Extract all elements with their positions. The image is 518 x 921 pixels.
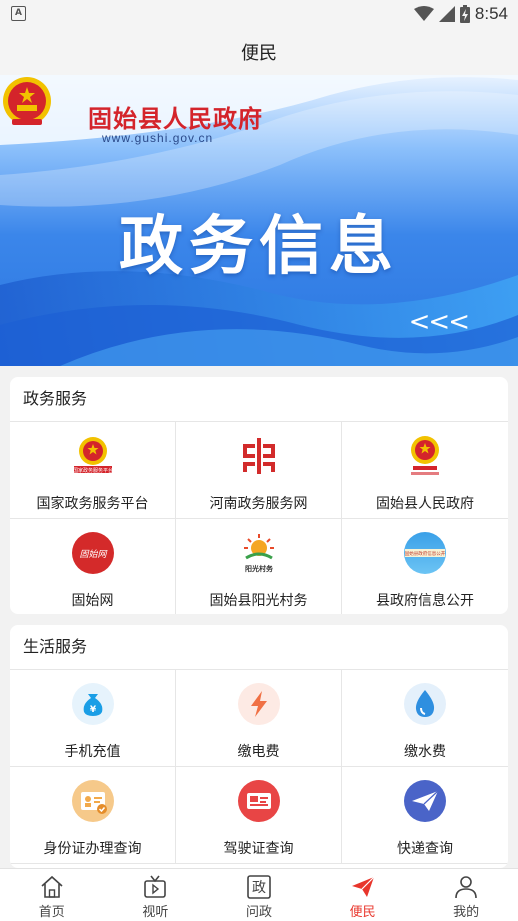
national-emblem-icon (402, 433, 448, 479)
home-icon (39, 874, 65, 900)
logo-caption: 固始县政府信息公开 (405, 550, 446, 557)
gov-service-gushi-net[interactable]: 固始网 固始网 (10, 519, 176, 614)
gov-info-logo-icon: 固始县政府信息公开 (402, 530, 448, 576)
gov-service-label: 固始网 (71, 593, 114, 609)
gov-service-national-platform[interactable]: 国家政务服务平台 国家政务服务平台 (10, 422, 176, 519)
national-emblem-icon: 国家政务服务平台 (70, 433, 116, 479)
banner-headline: 政务信息 (119, 209, 399, 284)
status-indicators: 8:54 (413, 4, 508, 24)
national-emblem-icon (3, 77, 51, 125)
life-service-label: 手机充值 (64, 744, 121, 760)
banner[interactable]: 固始县人民政府 www.gushi.gov.cn 政务信息 <<< (0, 75, 518, 366)
tab-gov-question[interactable]: 政 问政 (207, 869, 311, 921)
gov-service-label: 县政府信息公开 (376, 593, 474, 609)
gov-service-henan[interactable]: 河南政务服务网 (176, 422, 342, 519)
gov-services-card: 政务服务 国家政务服务平台 国家政务服务平台 河南政务服务网 固始县人民政府 固… (10, 377, 508, 614)
tab-label: 首页 (38, 905, 65, 920)
lightning-icon (236, 681, 282, 727)
gov-services-title: 政务服务 (10, 377, 508, 422)
life-service-label: 缴电费 (237, 744, 280, 760)
banner-org-name: 固始县人民政府 (88, 104, 263, 133)
water-drop-icon (402, 681, 448, 727)
gov-service-label: 国家政务服务平台 (36, 496, 149, 512)
life-service-label: 快递查询 (397, 841, 453, 857)
life-service-express[interactable]: 快递查询 (342, 767, 508, 864)
id-card-icon (70, 778, 116, 824)
user-icon (453, 874, 479, 900)
life-service-id-card[interactable]: 身份证办理查询 (10, 767, 176, 864)
tab-media[interactable]: 视听 (104, 869, 208, 921)
life-service-label: 驾驶证查询 (223, 841, 294, 857)
life-service-label: 身份证办理查询 (43, 841, 142, 857)
life-services-title: 生活服务 (10, 625, 508, 670)
life-service-phone-recharge[interactable]: ¥ 手机充值 (10, 670, 176, 767)
life-services-card: 生活服务 ¥ 手机充值 缴电费 缴水费 身份证办理查询 驾驶证查询 快递查询 (10, 625, 508, 868)
paper-plane-icon (402, 778, 448, 824)
battery-icon (459, 5, 470, 23)
life-services-grid: ¥ 手机充值 缴电费 缴水费 身份证办理查询 驾驶证查询 快递查询 (10, 670, 508, 864)
cellular-signal-icon (438, 6, 455, 22)
money-bag-icon: ¥ (70, 681, 116, 727)
gushi-net-logo-icon: 固始网 (70, 530, 116, 576)
send-icon (350, 874, 376, 900)
life-service-driver-license[interactable]: 驾驶证查询 (176, 767, 342, 864)
currency-symbol: ¥ (89, 705, 96, 715)
bottom-tab-bar: 首页 视听 政 问政 便民 我的 (0, 868, 518, 921)
banner-arrows-icon: <<< (408, 307, 470, 337)
logo-caption: 阳光村务 (245, 564, 274, 573)
tab-home[interactable]: 首页 (0, 869, 104, 921)
life-service-electricity[interactable]: 缴电费 (176, 670, 342, 767)
gov-services-grid: 国家政务服务平台 国家政务服务平台 河南政务服务网 固始县人民政府 固始网 固始… (10, 422, 508, 614)
gov-question-icon: 政 (246, 874, 272, 900)
life-service-label: 缴水费 (404, 744, 446, 760)
tv-icon (142, 874, 168, 900)
logo-caption: 固始网 (79, 549, 107, 560)
wifi-icon (413, 6, 434, 21)
sunshine-village-logo-icon: 阳光村务 (236, 530, 282, 576)
logo-caption: 国家政务服务平台 (72, 467, 112, 474)
tab-convenience[interactable]: 便民 (311, 869, 415, 921)
life-service-water[interactable]: 缴水费 (342, 670, 508, 767)
gov-service-info-disclosure[interactable]: 固始县政府信息公开 县政府信息公开 (342, 519, 508, 614)
tab-profile[interactable]: 我的 (414, 869, 518, 921)
gov-service-label: 河南政务服务网 (209, 496, 308, 512)
tab-label: 问政 (245, 905, 272, 920)
gov-service-label: 固始县人民政府 (376, 496, 474, 512)
gov-service-gushi-county[interactable]: 固始县人民政府 (342, 422, 508, 519)
page-title: 便民 (241, 42, 277, 64)
clock: 8:54 (474, 4, 508, 23)
banner-url: www.gushi.gov.cn (102, 131, 214, 145)
tab-label: 视听 (142, 905, 169, 920)
gov-glyph: 政 (252, 880, 266, 896)
driver-license-icon (236, 778, 282, 824)
tab-label: 我的 (453, 905, 480, 920)
henan-gov-logo-icon (236, 433, 282, 479)
gov-service-label: 固始县阳光村务 (209, 593, 308, 609)
app-notification-icon: A (11, 6, 26, 21)
tab-label: 便民 (349, 905, 376, 920)
gov-service-sunshine-village[interactable]: 阳光村务 固始县阳光村务 (176, 519, 342, 614)
status-bar: A 8:54 (0, 0, 518, 28)
nav-bar: 便民 (0, 28, 518, 75)
